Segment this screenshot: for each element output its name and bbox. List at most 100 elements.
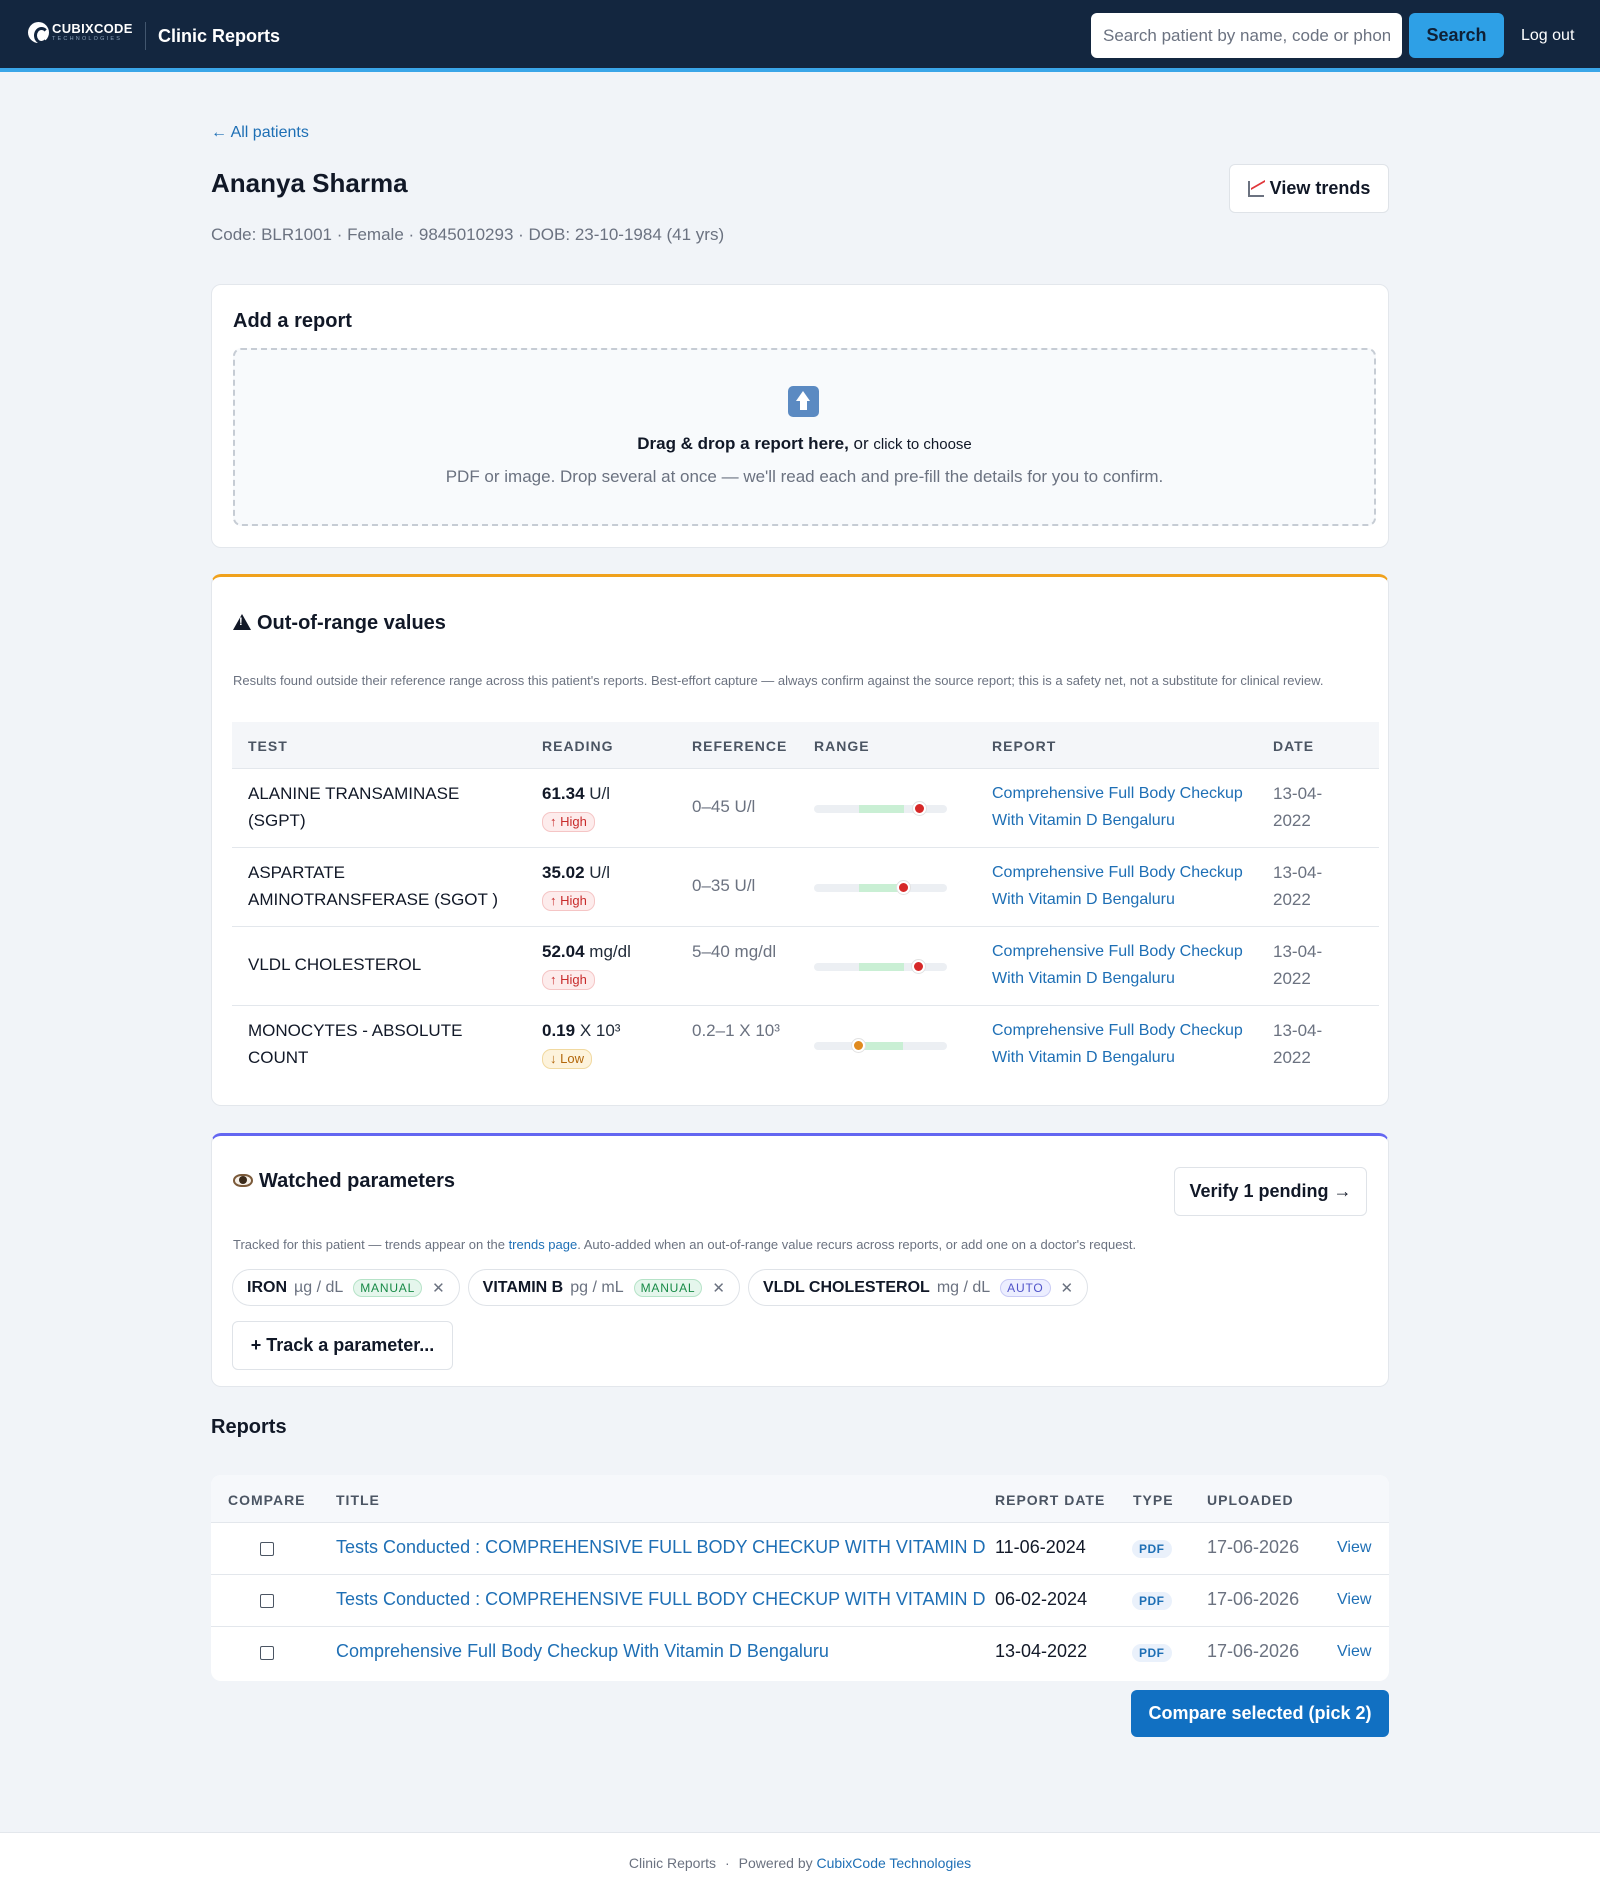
report-link[interactable]: Comprehensive Full Body Checkup With Vit… [992, 1017, 1262, 1071]
reading: 52.04 mg/dl ↑ High [542, 938, 631, 992]
report-link[interactable]: Comprehensive Full Body Checkup With Vit… [992, 859, 1262, 913]
brand-logo[interactable]: CUBIXCODE TECHNOLOGIES [28, 22, 133, 44]
click-to-choose-link[interactable]: click to choose [873, 436, 971, 453]
source-tag: MANUAL [633, 1278, 703, 1297]
footer-company-link[interactable]: CubixCode Technologies [817, 1855, 972, 1871]
reading-value: 35.02 [542, 863, 585, 882]
remove-icon[interactable]: ✕ [712, 1279, 725, 1297]
out-of-range-title: Out-of-range values [233, 612, 446, 635]
watched-parameters-title: Watched parameters [233, 1170, 455, 1193]
report-date: 11-06-2024 [995, 1537, 1086, 1557]
reading: 61.34 U/l ↑ High [542, 780, 610, 834]
test-name: ASPARTATE AMINOTRANSFERASE (SGOT ) [248, 863, 498, 909]
report-title-link[interactable]: Tests Conducted : COMPREHENSIVE FULL BOD… [336, 1589, 986, 1610]
range-normal-band [859, 963, 905, 971]
column-header-type: TYPE [1133, 1492, 1174, 1508]
reading-unit: X 10³ [579, 1021, 621, 1040]
cubixcode-logo-icon [28, 22, 49, 44]
watched-parameters-card: Watched parameters Verify 1 pending → Tr… [211, 1133, 1389, 1387]
file-type-badge: PDF [1132, 1592, 1172, 1610]
report-title-link[interactable]: Tests Conducted : COMPREHENSIVE FULL BOD… [336, 1537, 986, 1558]
test-name: VLDL CHOLESTEROL [248, 955, 422, 974]
parameter-name: VLDL CHOLESTEROL [762, 1278, 930, 1296]
view-report-link[interactable]: View [1337, 1539, 1371, 1557]
report-date: 06-02-2024 [995, 1589, 1088, 1609]
view-trends-button[interactable]: View trends [1229, 164, 1389, 213]
reading-line: 52.04 mg/dl [542, 938, 631, 965]
column-header-report: REPORT [992, 738, 1057, 754]
track-parameter-button[interactable]: + Track a parameter... [232, 1321, 453, 1370]
watched-parameter-chip[interactable]: IRON µg / dL MANUAL ✕ [232, 1269, 460, 1306]
reference-range: 0–35 U/l [692, 876, 756, 895]
watched-parameter-chip[interactable]: VLDL CHOLESTEROL mg / dL AUTO ✕ [747, 1269, 1089, 1306]
footer-app-name: Clinic Reports [628, 1855, 716, 1871]
dropzone-main-text: Drag & drop a report here, [637, 434, 849, 453]
remove-icon[interactable]: ✕ [432, 1279, 445, 1297]
status-badge: ↑ High [542, 812, 595, 832]
verify-pending-button[interactable]: Verify 1 pending → [1174, 1167, 1367, 1216]
reading-value: 61.34 [542, 784, 585, 803]
column-header-range: RANGE [814, 738, 870, 754]
footer: Clinic Reports · Powered by CubixCode Tech… [0, 1832, 1600, 1889]
status-badge: ↑ High [542, 891, 595, 911]
watched-note-text: Tracked for this patient — trends appear… [233, 1237, 509, 1252]
range-track [814, 960, 947, 973]
view-report-link[interactable]: View [1337, 1591, 1371, 1609]
app-title[interactable]: Clinic Reports [158, 26, 280, 47]
parameter-unit: µg / dL [294, 1278, 344, 1296]
trend-chart-icon [1247, 180, 1264, 197]
report-date: 13-04-2022 [1273, 942, 1323, 988]
trends-page-link[interactable]: trends page [509, 1237, 578, 1252]
reading-line: 0.19 X 10³ [542, 1017, 620, 1044]
report-link[interactable]: Comprehensive Full Body Checkup With Vit… [992, 938, 1262, 992]
report-title-link[interactable]: Comprehensive Full Body Checkup With Vit… [336, 1641, 829, 1662]
column-header-test: TEST [248, 738, 288, 754]
compare-selected-button[interactable]: Compare selected (pick 2) [1131, 1690, 1389, 1737]
report-row: Tests Conducted : COMPREHENSIVE FULL BOD… [211, 1575, 1389, 1627]
out-of-range-row: VLDL CHOLESTEROL 52.04 mg/dl ↑ High 5–40 mg… [232, 927, 1379, 1006]
out-of-range-row: MONOCYTES - ABSOLUTE COUNT 0.19 X 10³ ↓ Lo… [232, 1006, 1379, 1085]
watched-note-text-end: . Auto-added when an out-of-range value … [577, 1237, 1137, 1252]
reading-unit: mg/dl [589, 942, 631, 961]
range-track [814, 881, 947, 894]
patient-search-input[interactable] [1091, 13, 1402, 58]
column-header-report-date: REPORT DATE [995, 1492, 1106, 1508]
parameter-unit: mg / dL [936, 1278, 991, 1296]
patient-name: Ananya Sharma [211, 168, 408, 198]
all-patients-link[interactable]: ← All patients [211, 124, 309, 142]
dropzone-or-text: or [848, 434, 874, 453]
view-report-link[interactable]: View [1337, 1643, 1371, 1661]
logout-link[interactable]: Log out [1521, 27, 1574, 45]
warning-icon [233, 614, 251, 630]
report-link[interactable]: Comprehensive Full Body Checkup With Vit… [992, 780, 1262, 834]
reading-line: 35.02 U/l [542, 859, 610, 886]
parameter-name: IRON [247, 1278, 287, 1296]
range-track [814, 802, 947, 815]
dropzone-instruction: Drag & drop a report here, or click to c… [235, 434, 1374, 454]
range-track [814, 1039, 947, 1052]
range-normal-band [859, 1042, 904, 1050]
top-bar: CUBIXCODE TECHNOLOGIES Clinic Reports Se… [0, 0, 1600, 72]
watched-title-text: Watched parameters [259, 1170, 455, 1192]
compare-checkbox[interactable] [260, 1646, 274, 1660]
search-button[interactable]: Search [1409, 13, 1504, 58]
report-date: 13-04-2022 [1273, 1021, 1323, 1067]
out-of-range-title-text: Out-of-range values [257, 612, 446, 634]
watched-parameter-chip[interactable]: VITAMIN B pg / mL MANUAL ✕ [467, 1269, 740, 1306]
footer-powered-by: Powered by [738, 1855, 817, 1871]
reports-title: Reports [211, 1416, 287, 1438]
reading-unit: U/l [589, 784, 611, 803]
source-tag: MANUAL [353, 1278, 423, 1297]
column-header-reading: READING [542, 738, 614, 754]
remove-icon[interactable]: ✕ [1061, 1279, 1074, 1297]
report-dropzone[interactable]: Drag & drop a report here, or click to c… [233, 348, 1376, 526]
range-marker [897, 881, 911, 894]
test-name: MONOCYTES - ABSOLUTE COUNT [248, 1021, 463, 1067]
report-date: 13-04-2022 [1273, 784, 1323, 830]
compare-checkbox[interactable] [260, 1594, 274, 1608]
compare-checkbox[interactable] [260, 1542, 274, 1556]
add-report-title: Add a report [233, 310, 352, 332]
column-header-date: DATE [1273, 738, 1315, 754]
logo-subtitle: TECHNOLOGIES [52, 36, 123, 43]
reference-range: 5–40 mg/dl [692, 942, 777, 961]
